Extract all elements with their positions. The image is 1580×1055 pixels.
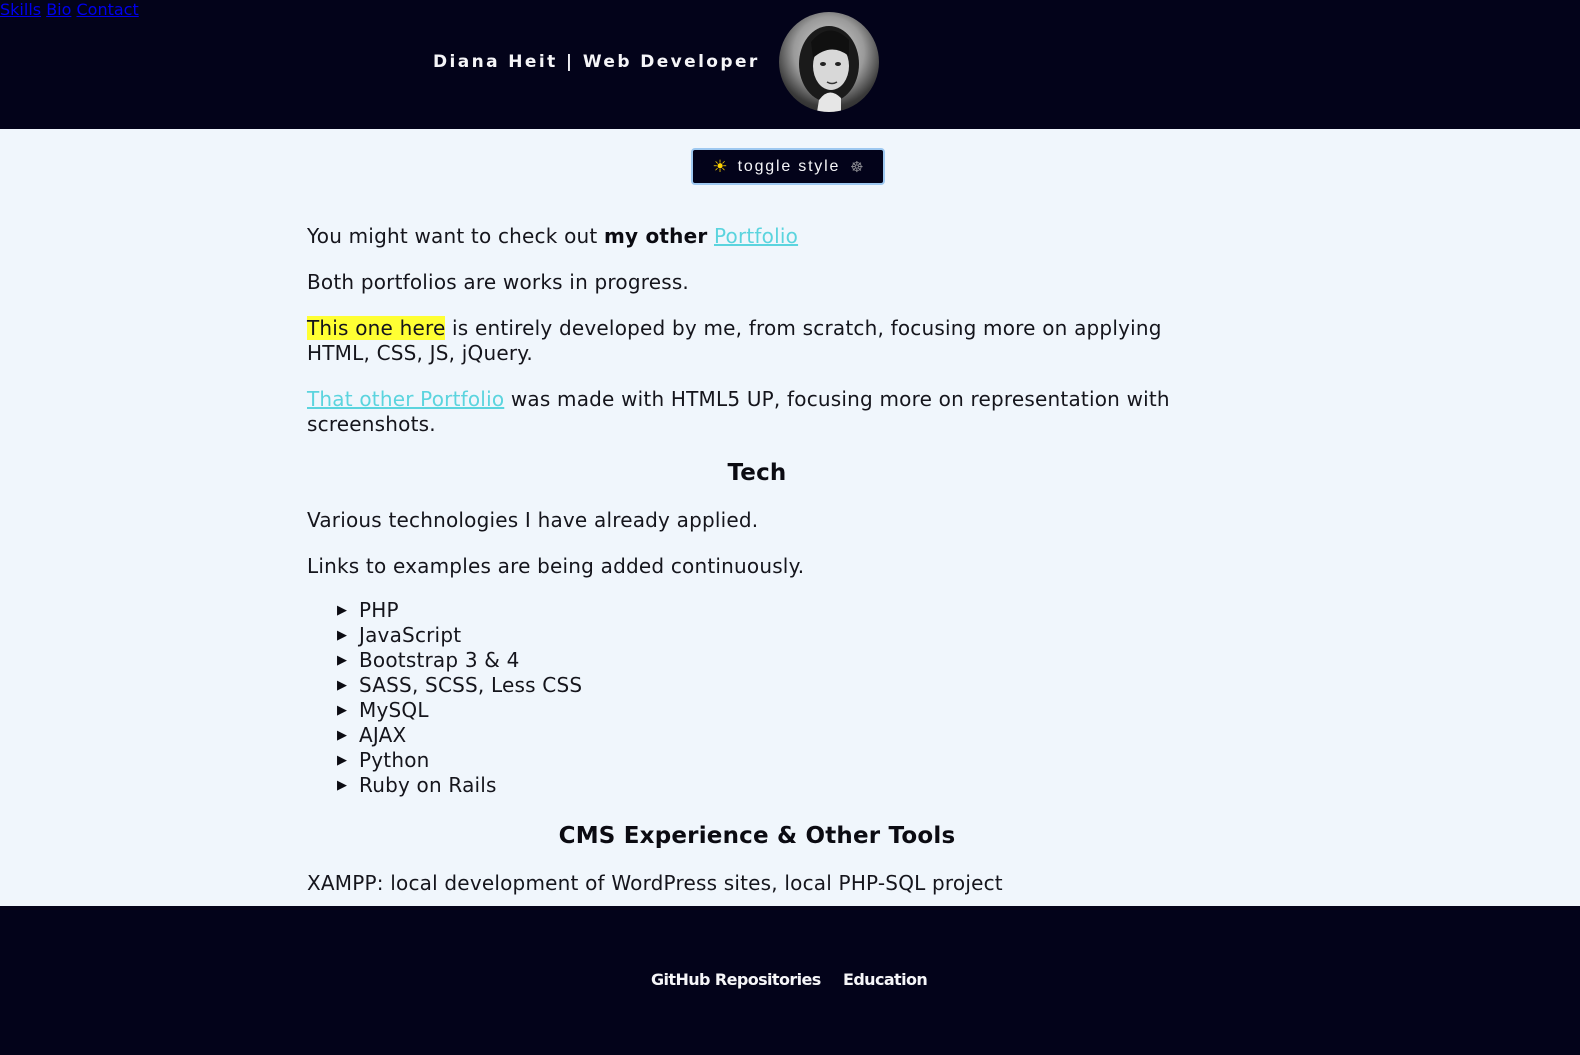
tech-list: ▶ PHP ▶ JavaScript ▶ Bootstrap 3 & 4 ▶ SASS,…	[337, 598, 1207, 798]
triangle-right-icon: ▶	[337, 653, 348, 668]
intro-paragraph-1: You might want to check out my other Por…	[307, 224, 799, 248]
site-footer: GitHub Repositories Education	[0, 906, 1580, 1055]
nav-link-skills[interactable]: Skills	[0, 0, 41, 19]
intro-paragraph-4: That other Portfolio was made with HTML5…	[307, 387, 1170, 436]
tech-item-javascript[interactable]: ▶ JavaScript	[337, 623, 1207, 648]
tech-item-python[interactable]: ▶ Python	[337, 748, 1207, 773]
tech-item-ajax[interactable]: ▶ AJAX	[337, 723, 1207, 748]
highlight-this-one-here: This one here	[307, 316, 446, 340]
tech-item-php[interactable]: ▶ PHP	[337, 598, 1207, 623]
triangle-right-icon: ▶	[337, 628, 348, 643]
main-nav: Skills Bio Contact	[0, 0, 1580, 19]
triangle-right-icon: ▶	[337, 603, 348, 618]
cms-paragraph-1: XAMPP: local development of WordPress si…	[307, 871, 1003, 895]
triangle-right-icon: ▶	[337, 728, 348, 743]
emphasis-my-other: my other	[604, 224, 708, 248]
other-portfolio-link[interactable]: That other Portfolio	[307, 387, 504, 411]
footer-link-github[interactable]: GitHub Repositories	[651, 970, 821, 989]
nav-link-bio[interactable]: Bio	[46, 0, 71, 19]
profile-avatar	[779, 12, 879, 112]
tech-heading: Tech	[727, 460, 787, 486]
intro-paragraph-3: This one here is entirely developed by m…	[307, 316, 1162, 365]
moon-icon: ☸	[850, 158, 864, 176]
toggle-style-label: toggle style	[737, 157, 841, 175]
main-content: You might want to check out my other Por…	[307, 224, 1207, 917]
tech-item-bootstrap[interactable]: ▶ Bootstrap 3 & 4	[337, 648, 1207, 673]
tech-item-sass[interactable]: ▶ SASS, SCSS, Less CSS	[337, 673, 1207, 698]
triangle-right-icon: ▶	[337, 703, 348, 718]
toggle-style-button[interactable]: ☀ toggle style ☸	[691, 148, 885, 185]
site-title[interactable]: Diana Heit | Web Developer	[433, 52, 760, 72]
triangle-right-icon: ▶	[337, 678, 348, 693]
footer-link-education[interactable]: Education	[843, 970, 928, 989]
tech-item-mysql[interactable]: ▶ MySQL	[337, 698, 1207, 723]
tech-item-ruby-on-rails[interactable]: ▶ Ruby on Rails	[337, 773, 1207, 798]
tech-paragraph-2: Links to examples are being added contin…	[307, 554, 805, 578]
site-header: Diana Heit | Web Developer Skills Bio Co…	[0, 0, 1580, 129]
triangle-right-icon: ▶	[337, 753, 348, 768]
portfolio-link[interactable]: Portfolio	[714, 224, 798, 248]
cms-heading: CMS Experience & Other Tools	[558, 823, 956, 849]
nav-link-contact[interactable]: Contact	[77, 0, 139, 19]
tech-paragraph-1: Various technologies I have already appl…	[307, 508, 759, 532]
intro-paragraph-2: Both portfolios are works in progress.	[307, 270, 689, 294]
sun-icon: ☀	[712, 156, 728, 176]
triangle-right-icon: ▶	[337, 778, 348, 793]
